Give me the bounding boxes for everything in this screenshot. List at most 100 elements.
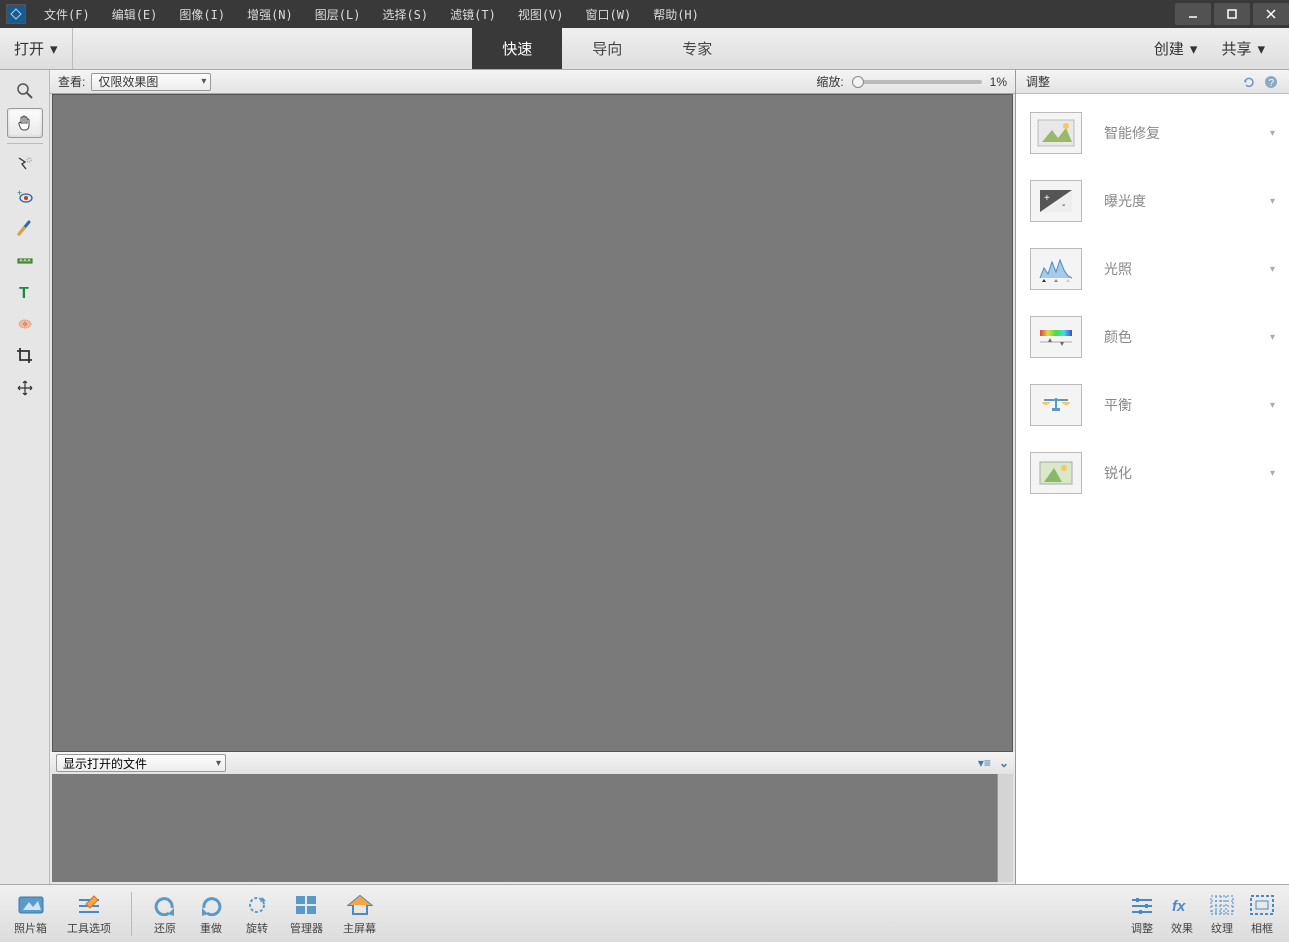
menu-filter[interactable]: 滤镜(T) bbox=[440, 2, 506, 27]
tab-quick[interactable]: 快速 bbox=[472, 28, 562, 69]
hand-tool[interactable] bbox=[7, 108, 43, 138]
svg-text:fx: fx bbox=[1172, 898, 1186, 915]
adjust-color[interactable]: 颜色 ▾ bbox=[1030, 316, 1275, 358]
mode-tabs: 快速 导向 专家 bbox=[472, 28, 742, 69]
chevron-down-icon: ▾ bbox=[1270, 196, 1275, 207]
bottom-bar: 照片箱 工具选项 还原 重做 旋转 管理器 主屏幕 调整 fx 效果 纹理 bbox=[0, 884, 1289, 942]
window-controls bbox=[1172, 3, 1289, 25]
adjust-balance[interactable]: 平衡 ▾ bbox=[1030, 384, 1275, 426]
zoom-value: 1% bbox=[990, 75, 1007, 89]
sharpen-icon bbox=[1030, 452, 1082, 494]
redeye-tool[interactable]: + bbox=[7, 181, 43, 211]
view-dropdown[interactable]: 仅限效果图 bbox=[91, 73, 211, 91]
move-tool[interactable] bbox=[7, 373, 43, 403]
tab-expert[interactable]: 专家 bbox=[652, 28, 742, 69]
smart-fix-icon bbox=[1030, 112, 1082, 154]
home-button[interactable]: 主屏幕 bbox=[343, 892, 376, 936]
adjust-label: 光照 bbox=[1104, 259, 1248, 279]
fx-icon: fx bbox=[1169, 892, 1195, 918]
tab-guided[interactable]: 导向 bbox=[562, 28, 652, 69]
color-icon bbox=[1030, 316, 1082, 358]
adjust-lighting[interactable]: 光照 ▾ bbox=[1030, 248, 1275, 290]
type-tool[interactable]: T bbox=[7, 277, 43, 307]
effects-tab-button[interactable]: fx 效果 bbox=[1169, 892, 1195, 936]
chevron-down-icon: ▾ bbox=[1270, 128, 1275, 139]
quick-select-tool[interactable] bbox=[7, 149, 43, 179]
menu-window[interactable]: 窗口(W) bbox=[576, 2, 642, 27]
reset-icon[interactable] bbox=[1241, 74, 1257, 90]
chevron-down-icon: ▾ bbox=[1270, 400, 1275, 411]
organizer-icon bbox=[294, 892, 320, 918]
open-button[interactable]: 打开 ▾ bbox=[0, 28, 73, 69]
view-label: 查看: bbox=[58, 73, 85, 90]
zoom-label: 缩放: bbox=[816, 73, 843, 90]
organizer-button[interactable]: 管理器 bbox=[290, 892, 323, 936]
svg-text:?: ? bbox=[1269, 78, 1275, 89]
undo-icon bbox=[152, 892, 178, 918]
close-button[interactable] bbox=[1253, 3, 1289, 25]
top-right-menus: 创建▾ 共享▾ bbox=[1142, 28, 1289, 69]
maximize-button[interactable] bbox=[1214, 3, 1250, 25]
zoom-control: 缩放: 1% bbox=[816, 73, 1007, 90]
main-area: + T 查看: 仅限效果图 缩放: 1% 显示打开的文件 ▾≡ ⌄ bbox=[0, 70, 1289, 884]
straighten-tool[interactable] bbox=[7, 245, 43, 275]
options-bar: 查看: 仅限效果图 缩放: 1% bbox=[50, 70, 1015, 94]
rotate-button[interactable]: 旋转 bbox=[244, 892, 270, 936]
redo-button[interactable]: 重做 bbox=[198, 892, 224, 936]
panel-title: 调整 bbox=[1026, 73, 1050, 90]
center-column: 查看: 仅限效果图 缩放: 1% 显示打开的文件 ▾≡ ⌄ bbox=[50, 70, 1015, 884]
menu-select[interactable]: 选择(S) bbox=[372, 2, 438, 27]
frames-tab-button[interactable]: 相框 bbox=[1249, 892, 1275, 936]
photo-bin-bar: 显示打开的文件 ▾≡ ⌄ bbox=[50, 752, 1015, 774]
photo-bin-dropdown[interactable]: 显示打开的文件 bbox=[56, 754, 226, 772]
svg-text:+: + bbox=[1044, 193, 1050, 204]
menu-help[interactable]: 帮助(H) bbox=[643, 2, 709, 27]
adjust-label: 平衡 bbox=[1104, 395, 1248, 415]
svg-text:-: - bbox=[1062, 200, 1065, 211]
canvas-area[interactable] bbox=[52, 94, 1013, 752]
zoom-tool[interactable] bbox=[7, 76, 43, 106]
menu-view[interactable]: 视图(V) bbox=[508, 2, 574, 27]
chevron-down-icon: ▾ bbox=[1270, 468, 1275, 479]
bottom-right-group: 调整 fx 效果 纹理 相框 bbox=[1115, 892, 1275, 936]
mode-bar: 打开 ▾ 快速 导向 专家 创建▾ 共享▾ bbox=[0, 28, 1289, 70]
svg-text:+: + bbox=[17, 188, 22, 198]
adjust-exposure[interactable]: +- 曝光度 ▾ bbox=[1030, 180, 1275, 222]
photo-bin-icon bbox=[18, 892, 44, 918]
crop-tool[interactable] bbox=[7, 341, 43, 371]
zoom-slider[interactable] bbox=[852, 80, 982, 84]
minimize-button[interactable] bbox=[1175, 3, 1211, 25]
share-menu[interactable]: 共享▾ bbox=[1209, 38, 1277, 59]
open-label: 打开 bbox=[14, 38, 44, 59]
photo-bin[interactable] bbox=[52, 774, 1013, 882]
dropdown-arrow-icon: ▾ bbox=[1257, 40, 1265, 58]
tool-options-button[interactable]: 工具选项 bbox=[67, 892, 111, 936]
menu-image[interactable]: 图像(I) bbox=[169, 2, 235, 27]
main-menu: 文件(F) 编辑(E) 图像(I) 增强(N) 图层(L) 选择(S) 滤镜(T… bbox=[34, 2, 709, 27]
app-icon bbox=[6, 4, 26, 24]
help-icon[interactable]: ? bbox=[1263, 74, 1279, 90]
chevron-down-icon[interactable]: ⌄ bbox=[999, 756, 1009, 770]
tool-options-icon bbox=[76, 892, 102, 918]
texture-icon bbox=[1209, 892, 1235, 918]
adjustments-list: 智能修复 ▾ +- 曝光度 ▾ 光照 ▾ 颜色 ▾ 平衡 ▾ bbox=[1016, 94, 1289, 512]
create-menu[interactable]: 创建▾ bbox=[1142, 38, 1210, 59]
textures-tab-button[interactable]: 纹理 bbox=[1209, 892, 1235, 936]
spot-heal-tool[interactable] bbox=[7, 309, 43, 339]
tool-separator bbox=[7, 143, 43, 144]
exposure-icon: +- bbox=[1030, 180, 1082, 222]
menu-layer[interactable]: 图层(L) bbox=[305, 2, 371, 27]
menu-edit[interactable]: 编辑(E) bbox=[102, 2, 168, 27]
adjust-smart-fix[interactable]: 智能修复 ▾ bbox=[1030, 112, 1275, 154]
adjust-sharpen[interactable]: 锐化 ▾ bbox=[1030, 452, 1275, 494]
adjustments-tab-button[interactable]: 调整 bbox=[1129, 892, 1155, 936]
zoom-slider-thumb[interactable] bbox=[852, 76, 864, 88]
adjust-label: 曝光度 bbox=[1104, 191, 1248, 211]
sort-icon[interactable]: ▾≡ bbox=[978, 756, 991, 770]
menu-enhance[interactable]: 增强(N) bbox=[237, 2, 303, 27]
undo-button[interactable]: 还原 bbox=[131, 892, 178, 936]
whiten-teeth-tool[interactable] bbox=[7, 213, 43, 243]
photobin-button[interactable]: 照片箱 bbox=[14, 892, 47, 936]
photo-bin-scrollbar[interactable] bbox=[997, 774, 1013, 882]
menu-file[interactable]: 文件(F) bbox=[34, 2, 100, 27]
